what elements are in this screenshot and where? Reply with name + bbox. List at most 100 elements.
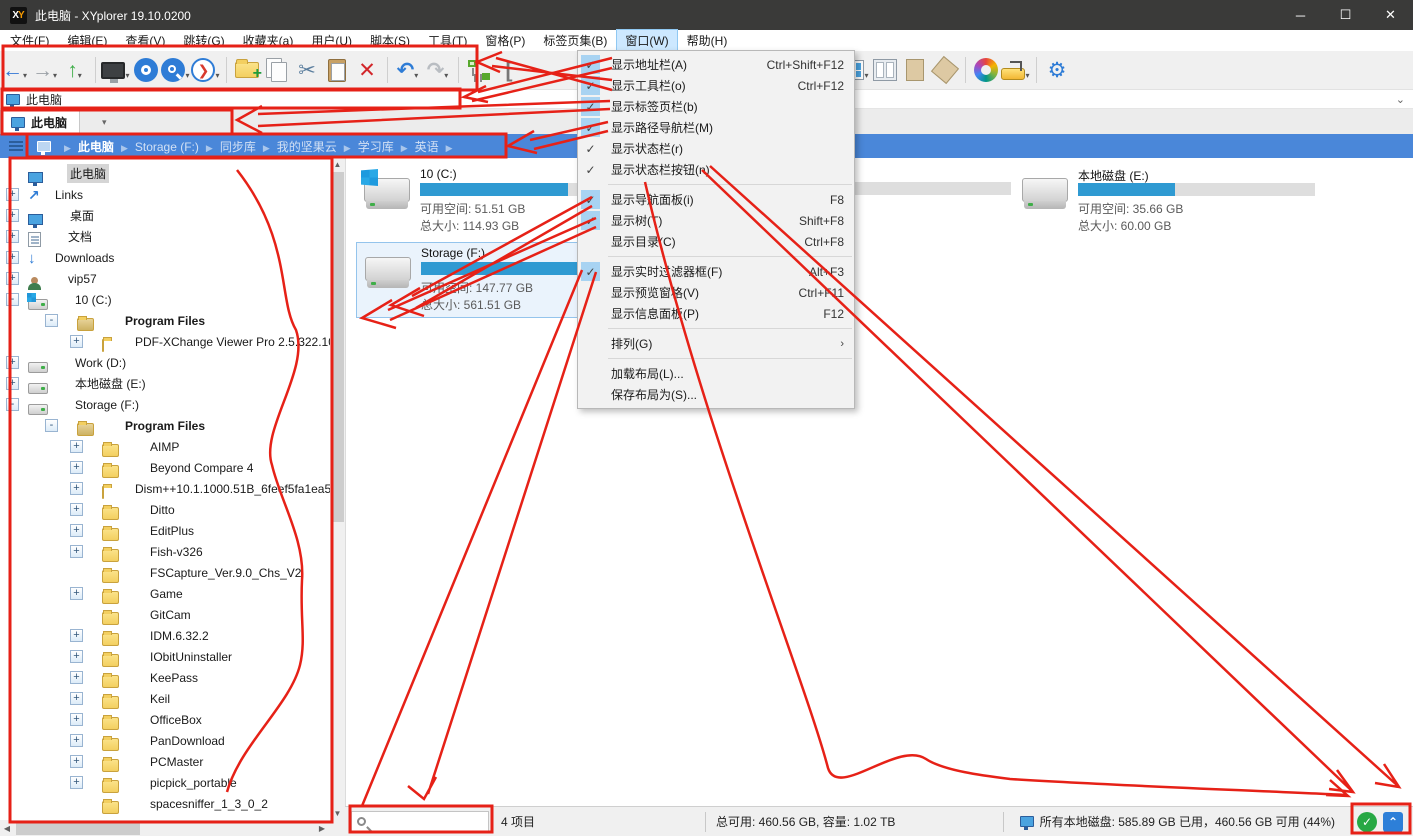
breadcrumb-item-Storage (F:)[interactable]: Storage (F:) bbox=[135, 140, 199, 154]
tree-item-Program Files[interactable]: -Program Files bbox=[0, 310, 330, 331]
collapse-icon[interactable]: - bbox=[45, 419, 58, 432]
menubar-item-窗口(W)[interactable]: 窗口(W) bbox=[617, 30, 676, 51]
dropdown-arrow-icon[interactable]: ▾ bbox=[864, 71, 868, 80]
menu-item-显示状态栏按钮(n)[interactable]: ✓显示状态栏按钮(n) bbox=[578, 159, 854, 180]
back-button[interactable]: ←▾ bbox=[0, 54, 30, 86]
status-ok-button[interactable]: ✓ bbox=[1357, 812, 1377, 832]
menubar-item-窗格(P)[interactable]: 窗格(P) bbox=[477, 30, 533, 51]
menu-item-显示预览窗格(V)[interactable]: 显示预览窗格(V)Ctrl+F11 bbox=[578, 282, 854, 303]
tree-item-PDF-XChange Viewer Pro 2.5.322.10[interactable]: +PDF-XChange Viewer Pro 2.5.322.10 bbox=[0, 331, 330, 352]
settings-button[interactable]: ⚙ bbox=[1042, 54, 1072, 86]
expand-icon[interactable]: + bbox=[70, 671, 83, 684]
menubar-item-跳转(G)[interactable]: 跳转(G) bbox=[175, 30, 232, 51]
tree-item-本地磁盘 (E:)[interactable]: +本地磁盘 (E:) bbox=[0, 373, 330, 394]
expand-icon[interactable]: + bbox=[70, 461, 83, 474]
menubar-item-用户(U)[interactable]: 用户(U) bbox=[303, 30, 360, 51]
tree-item-IDM.6.32.2[interactable]: +IDM.6.32.2 bbox=[0, 625, 330, 646]
expand-icon[interactable]: + bbox=[70, 734, 83, 747]
maximize-button[interactable]: ☐ bbox=[1323, 0, 1368, 30]
tree-item-Ditto[interactable]: +Ditto bbox=[0, 499, 330, 520]
dual-pane-button[interactable] bbox=[870, 54, 900, 86]
menu-item-保存布局为(S)...[interactable]: 保存布局为(S)... bbox=[578, 384, 854, 405]
delete-button[interactable]: ✕ bbox=[352, 54, 382, 86]
expand-icon[interactable]: + bbox=[70, 713, 83, 726]
expand-icon[interactable]: + bbox=[6, 377, 19, 390]
scroll-down-icon[interactable]: ▼ bbox=[330, 809, 345, 818]
breadcrumb-item-我的坚果云[interactable]: 我的坚果云 bbox=[277, 140, 337, 154]
single-pane-button[interactable] bbox=[900, 54, 930, 86]
dropdown-arrow-icon[interactable]: ▾ bbox=[414, 71, 418, 80]
panel-bracket-button[interactable]: [ bbox=[494, 54, 524, 86]
collapse-icon[interactable]: - bbox=[6, 293, 19, 306]
breadcrumb-item-学习库[interactable]: 学习库 bbox=[358, 140, 394, 154]
dropdown-arrow-icon[interactable]: ▾ bbox=[125, 71, 129, 80]
dropdown-arrow-icon[interactable]: ▾ bbox=[1025, 71, 1029, 80]
close-button[interactable]: ✕ bbox=[1368, 0, 1413, 30]
scroll-right-icon[interactable]: ▶ bbox=[315, 824, 329, 833]
tree-item-Downloads[interactable]: +↓Downloads bbox=[0, 247, 330, 268]
menu-item-加载布局(L)...[interactable]: 加载布局(L)... bbox=[578, 363, 854, 384]
dropdown-arrow-icon[interactable]: ▾ bbox=[53, 71, 57, 80]
hotlist-button[interactable] bbox=[131, 54, 161, 86]
tree-item-Program Files[interactable]: -Program Files bbox=[0, 415, 330, 436]
tab-list-dropdown-icon[interactable]: ▾ bbox=[102, 117, 107, 134]
dropdown-arrow-icon[interactable]: ▾ bbox=[23, 71, 27, 80]
tree-horizontal-scrollbar[interactable]: ◀ ▶ bbox=[0, 820, 345, 836]
menu-item-显示标签页栏(b)[interactable]: ✓显示标签页栏(b) bbox=[578, 96, 854, 117]
tree-item-IObitUninstaller[interactable]: +IObitUninstaller bbox=[0, 646, 330, 667]
menu-item-显示树(T)[interactable]: ✓显示树(T)Shift+F8 bbox=[578, 210, 854, 231]
tree-vertical-scrollbar[interactable]: ▲ ▼ bbox=[330, 158, 345, 820]
expand-icon[interactable]: + bbox=[70, 545, 83, 558]
redo-button[interactable]: ↷▾ bbox=[423, 54, 453, 86]
chevron-down-icon[interactable]: ⌄ bbox=[1396, 93, 1405, 106]
scrollbar-thumb[interactable] bbox=[331, 172, 344, 522]
menubar-item-工具(T)[interactable]: 工具(T) bbox=[420, 30, 475, 51]
menu-item-显示路径导航栏(M)[interactable]: ✓显示路径导航栏(M) bbox=[578, 117, 854, 138]
menu-item-显示状态栏(r)[interactable]: ✓显示状态栏(r) bbox=[578, 138, 854, 159]
expand-icon[interactable]: + bbox=[70, 482, 83, 495]
expand-icon[interactable]: + bbox=[6, 209, 19, 222]
search-button[interactable]: ▾ bbox=[161, 54, 191, 86]
collapse-icon[interactable]: - bbox=[45, 314, 58, 327]
tree-item-文档[interactable]: +文档 bbox=[0, 226, 330, 247]
tree-item-Keil[interactable]: +Keil bbox=[0, 688, 330, 709]
expand-icon[interactable]: + bbox=[70, 587, 83, 600]
tree-item-vip57[interactable]: +vip57 bbox=[0, 268, 330, 289]
tree-item-Game[interactable]: +Game bbox=[0, 583, 330, 604]
dropdown-arrow-icon[interactable]: ▾ bbox=[185, 71, 189, 80]
undo-button[interactable]: ↶▾ bbox=[393, 54, 423, 86]
expand-icon[interactable]: + bbox=[6, 356, 19, 369]
breadcrumb-item-英语[interactable]: 英语 bbox=[415, 140, 439, 154]
tree-item-OfficeBox[interactable]: +OfficeBox bbox=[0, 709, 330, 730]
menubar-item-编辑(E)[interactable]: 编辑(E) bbox=[59, 30, 115, 51]
dropdown-arrow-icon[interactable]: ▾ bbox=[444, 71, 448, 80]
up-button[interactable]: ↑▾ bbox=[60, 54, 90, 86]
menubar-item-查看(V)[interactable]: 查看(V) bbox=[117, 30, 173, 51]
tab-this-pc[interactable]: 此电脑 bbox=[0, 110, 80, 134]
tree-item-Beyond Compare 4[interactable]: +Beyond Compare 4 bbox=[0, 457, 330, 478]
expand-icon[interactable]: + bbox=[70, 776, 83, 789]
expand-icon[interactable]: + bbox=[6, 230, 19, 243]
menubar-item-文件(F)[interactable]: 文件(F) bbox=[2, 30, 57, 51]
collapse-icon[interactable]: - bbox=[6, 398, 19, 411]
expand-icon[interactable]: + bbox=[70, 650, 83, 663]
tree-item-AIMP[interactable]: +AIMP bbox=[0, 436, 330, 457]
expand-icon[interactable]: + bbox=[70, 335, 83, 348]
new-folder-button[interactable] bbox=[232, 54, 262, 86]
rotate-pane-button[interactable] bbox=[930, 54, 960, 86]
live-filter-box[interactable] bbox=[351, 811, 489, 833]
menubar-item-脚本(S)[interactable]: 脚本(S) bbox=[362, 30, 418, 51]
breadcrumb-item-此电脑[interactable]: 此电脑 bbox=[78, 140, 114, 154]
menu-item-显示实时过滤器框(F)[interactable]: ✓显示实时过滤器框(F)Alt+F3 bbox=[578, 261, 854, 282]
expand-icon[interactable]: + bbox=[6, 272, 19, 285]
tree-item-EditPlus[interactable]: +EditPlus bbox=[0, 520, 330, 541]
go-button[interactable]: ❯▾ bbox=[191, 54, 221, 86]
tree-item-Fish-v326[interactable]: +Fish-v326 bbox=[0, 541, 330, 562]
menu-item-显示工具栏(o)[interactable]: ✓显示工具栏(o)Ctrl+F12 bbox=[578, 75, 854, 96]
tree-item-KeePass[interactable]: +KeePass bbox=[0, 667, 330, 688]
desktop-button[interactable]: ▾ bbox=[101, 54, 131, 86]
tree-toggle-button[interactable] bbox=[464, 54, 494, 86]
copy-button[interactable] bbox=[262, 54, 292, 86]
minimize-button[interactable]: ─ bbox=[1278, 0, 1323, 30]
expand-icon[interactable]: + bbox=[70, 503, 83, 516]
